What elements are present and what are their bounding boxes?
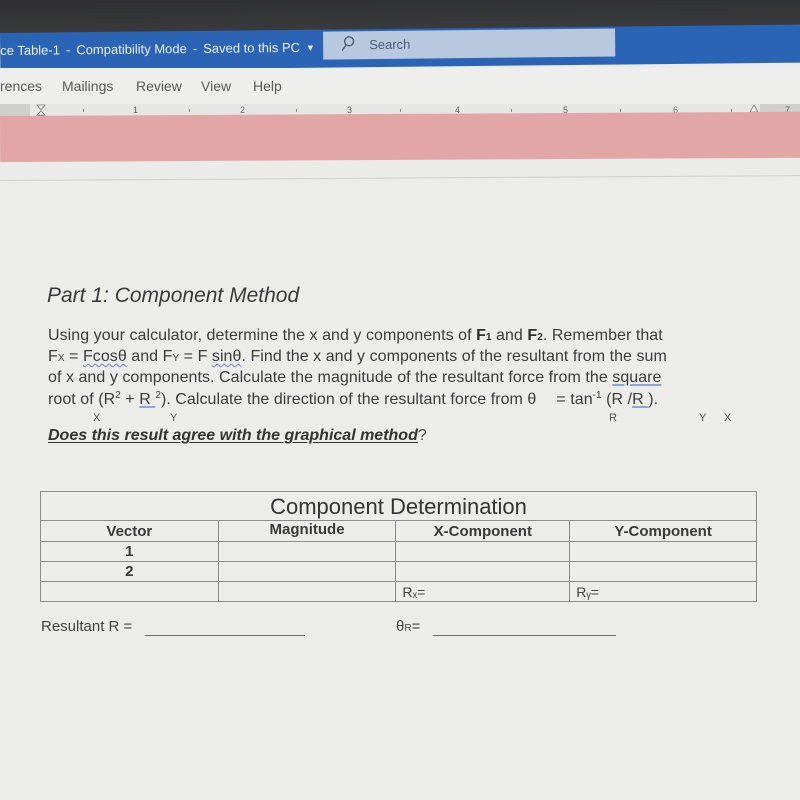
ruler-tick xyxy=(83,109,84,112)
title-bar: ce Table-1- Compatibility Mode - Saved to t… xyxy=(0,24,800,71)
cell-ry[interactable]: Rᵧ= xyxy=(569,581,757,602)
cell-y-component[interactable] xyxy=(569,541,757,562)
subscript-x: X xyxy=(93,412,101,424)
subscript-y: Y xyxy=(170,412,178,424)
ruler-number: 2 xyxy=(240,105,246,115)
cell-x-component[interactable] xyxy=(395,561,571,582)
tab-mailings[interactable]: Mailings xyxy=(62,78,113,94)
fx-subscript: X xyxy=(57,353,65,364)
cell-vector xyxy=(40,581,219,602)
header-x-component: X-Component xyxy=(395,520,571,542)
text: ). xyxy=(648,391,659,408)
ruler-tick xyxy=(296,109,297,112)
text: ). Calculate the direction of the result… xyxy=(160,391,537,408)
text: = tan xyxy=(556,391,593,408)
paragraph-line-1: Using your calculator, determine the x a… xyxy=(48,327,663,345)
text: Using your calculator, determine the x a… xyxy=(48,327,477,344)
text: . Find the x and y components of the res… xyxy=(241,348,667,365)
cell-x-component[interactable] xyxy=(395,541,571,562)
section-heading: Part 1: Component Method xyxy=(47,284,300,307)
f2-symbol: F xyxy=(527,327,538,344)
tab-review[interactable]: Review xyxy=(136,78,182,94)
cell-vector: 1 xyxy=(40,541,219,562)
screen: ce Table-1- Compatibility Mode - Saved to t… xyxy=(0,0,800,800)
search-placeholder: Search xyxy=(369,36,411,53)
text: and F xyxy=(126,348,173,365)
document-title[interactable]: ce Table-1- Compatibility Mode - Saved to t… xyxy=(0,40,315,58)
theta-subscript: R xyxy=(404,623,412,634)
header-y-component: Y-Component xyxy=(569,520,757,542)
ry-term: R xyxy=(139,391,156,408)
paragraph-line-4: root of (R2 + R 2). Calculate the direct… xyxy=(48,390,658,409)
cell-vector: 2 xyxy=(40,561,219,582)
f1-symbol: F xyxy=(476,327,486,344)
save-status: Saved to this PC xyxy=(203,39,301,56)
text: . Remember that xyxy=(542,327,663,344)
resultant-angle-label: θR= xyxy=(396,618,420,635)
cell-magnitude[interactable] xyxy=(217,581,397,602)
fcos-term: Fcosθ xyxy=(82,348,127,365)
tab-references[interactable]: rences xyxy=(0,78,42,94)
equals-sign: = xyxy=(411,618,421,635)
cell-magnitude[interactable] xyxy=(217,561,397,582)
cell-magnitude[interactable] xyxy=(217,541,397,562)
question-body: Does this result agree with the graphica… xyxy=(48,427,418,444)
ruler-number: 1 xyxy=(133,105,139,115)
compatibility-mode: Compatibility Mode xyxy=(76,41,187,58)
title-separator: - xyxy=(65,42,71,58)
subscript-r: R xyxy=(609,412,617,424)
table-row: 2 xyxy=(40,561,757,582)
tab-help[interactable]: Help xyxy=(253,78,282,94)
doc-filename: ce Table-1 xyxy=(0,42,61,58)
ribbon-tabs: rences Mailings Review View Help xyxy=(0,68,800,104)
table-caption-row: Component Determination xyxy=(40,491,757,521)
superscript: -1 xyxy=(592,390,602,401)
cell-rx[interactable]: Rₓ= xyxy=(395,581,571,602)
component-table: Component Determination Vector Magnitude… xyxy=(40,491,757,602)
text: root of (R xyxy=(48,391,116,408)
sin-term: sinθ xyxy=(211,348,242,365)
resultant-magnitude-label: Resultant R = xyxy=(41,618,133,635)
fx-symbol: F xyxy=(48,348,58,365)
table-caption: Component Determination xyxy=(40,491,757,521)
table-row: 1 xyxy=(40,541,757,562)
ruler-tick xyxy=(511,109,512,112)
search-box[interactable]: Search xyxy=(323,28,616,60)
title-separator: - xyxy=(192,40,198,56)
text: = xyxy=(64,348,83,365)
text: of x and y components. Calculate the mag… xyxy=(48,369,613,386)
resultant-angle-blank[interactable] xyxy=(433,635,616,636)
caret-down-icon[interactable]: ▼ xyxy=(306,43,315,53)
paragraph-line-2: FX = Fcosθ and FY = F sinθ. Find the x a… xyxy=(48,348,667,366)
text: = F xyxy=(179,348,212,365)
ruler-tick xyxy=(620,109,621,112)
header-vector: Vector xyxy=(40,520,219,542)
ruler-tick xyxy=(189,109,190,112)
tab-view[interactable]: View xyxy=(201,78,231,94)
text: and xyxy=(491,327,528,344)
header-magnitude: Magnitude xyxy=(217,520,397,542)
rx-term: R xyxy=(632,391,649,408)
header-band xyxy=(0,111,800,162)
text: + xyxy=(120,391,140,408)
ruler-tick xyxy=(400,109,401,112)
text: (R / xyxy=(601,391,633,408)
paragraph-line-3: of x and y components. Calculate the mag… xyxy=(48,369,662,387)
resultant-magnitude-blank[interactable] xyxy=(145,635,305,636)
table-header-row: Vector Magnitude X-Component Y-Component xyxy=(40,520,757,542)
question-text: Does this result agree with the graphica… xyxy=(48,427,427,445)
search-icon xyxy=(341,36,355,51)
grammar-flagged-word: square xyxy=(612,369,662,386)
table-row: Rₓ= Rᵧ= xyxy=(40,581,757,602)
subscript-y: Y xyxy=(699,412,707,424)
cell-y-component[interactable] xyxy=(569,561,757,582)
subscript-x: X xyxy=(724,412,732,424)
question-mark: ? xyxy=(417,427,427,444)
